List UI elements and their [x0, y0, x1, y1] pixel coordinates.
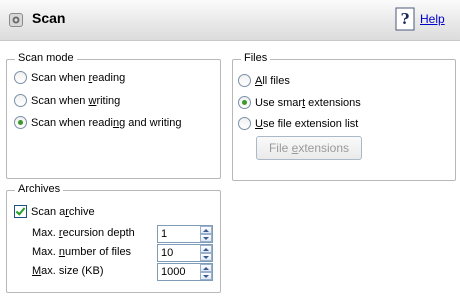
scan-settings-panel: Scan mode Scan when reading Scan when wr… [0, 41, 460, 296]
spinner-value[interactable]: 1 [161, 228, 167, 240]
option-label: Scan when reading [31, 71, 126, 84]
arrow-down-icon [203, 274, 209, 278]
help-icon[interactable]: ? [395, 7, 415, 31]
scan-mode-option-reading[interactable]: Scan when reading [14, 71, 125, 84]
title-bar: Scan ? Help [0, 0, 460, 41]
archives-legend: Archives [15, 183, 64, 195]
max-size-spinner[interactable]: 1000 [157, 263, 213, 281]
decrement-button[interactable] [200, 234, 212, 242]
arrow-down-icon [203, 255, 209, 259]
spinner-value[interactable]: 10 [161, 247, 173, 259]
radio-button[interactable] [14, 94, 27, 107]
radio-button[interactable] [14, 116, 27, 129]
scan-archive-checkbox[interactable] [14, 205, 27, 218]
max-recursion-depth-label: Max. recursion depth [32, 227, 135, 239]
files-option-all[interactable]: All files [238, 74, 290, 87]
decrement-button[interactable] [200, 253, 212, 261]
radio-button[interactable] [238, 117, 251, 130]
max-size-label: Max. size (KB) [32, 265, 104, 277]
file-extensions-button[interactable]: File extensions [256, 136, 362, 160]
files-legend: Files [241, 52, 271, 64]
scan-mode-option-writing[interactable]: Scan when writing [14, 94, 120, 107]
scan-settings-icon [9, 13, 23, 27]
spinner-value[interactable]: 1000 [161, 266, 185, 278]
files-option-smart-extensions[interactable]: Use smart extensions [238, 96, 361, 109]
arrow-up-icon [203, 266, 209, 270]
scan-mode-legend: Scan mode [15, 52, 77, 64]
option-label: Use file extension list [255, 117, 359, 130]
arrow-up-icon [203, 228, 209, 232]
increment-button[interactable] [200, 226, 212, 234]
option-label: Use smart extensions [255, 96, 361, 109]
page-title: Scan [32, 10, 66, 26]
files-option-extension-list[interactable]: Use file extension list [238, 117, 358, 130]
max-number-of-files-spinner[interactable]: 10 [157, 244, 213, 262]
increment-button[interactable] [200, 264, 212, 272]
increment-button[interactable] [200, 245, 212, 253]
arrow-down-icon [203, 236, 209, 240]
help-link[interactable]: Help [420, 12, 445, 26]
max-number-of-files-label: Max. number of files [32, 246, 132, 258]
radio-button[interactable] [238, 96, 251, 109]
max-recursion-depth-spinner[interactable]: 1 [157, 225, 213, 243]
radio-button[interactable] [238, 74, 251, 87]
option-label: All files [255, 74, 290, 87]
scan-mode-option-reading-and-writing[interactable]: Scan when reading and writing [14, 116, 181, 129]
option-label: Scan when reading and writing [31, 116, 182, 129]
svg-text:?: ? [401, 10, 410, 28]
scan-archive-option[interactable]: Scan archive [14, 205, 95, 218]
arrow-up-icon [203, 247, 209, 251]
checkbox-label: Scan archive [31, 205, 95, 218]
option-label: Scan when writing [31, 94, 121, 107]
radio-button[interactable] [14, 71, 27, 84]
decrement-button[interactable] [200, 272, 212, 280]
